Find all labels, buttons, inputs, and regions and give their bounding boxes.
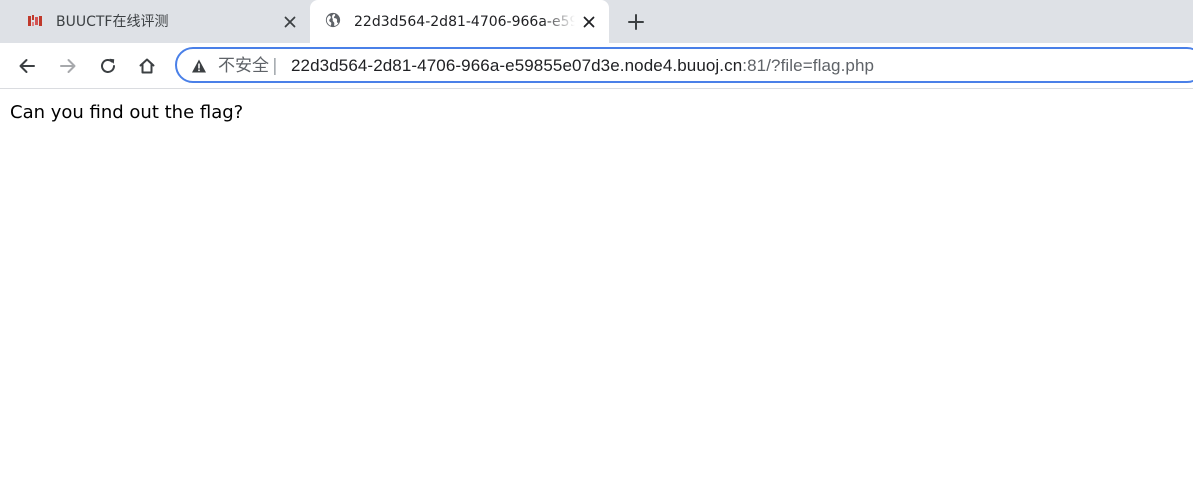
close-icon[interactable] (579, 12, 599, 32)
buuctf-logo-icon (27, 13, 43, 29)
address-bar[interactable]: 不安全 | 22d3d564-2d81-4706-966a-e59855e07d… (175, 47, 1193, 83)
tab-buuctf[interactable]: BUUCTF在线评测 (0, 0, 310, 43)
tab-title: 22d3d564-2d81-4706-966a-e59855e07d3e.nod… (354, 14, 575, 30)
url-text[interactable]: 22d3d564-2d81-4706-966a-e59855e07d3e.nod… (291, 55, 874, 77)
not-secure-label[interactable]: 不安全 (218, 55, 269, 77)
back-arrow-icon[interactable] (15, 54, 39, 78)
close-icon[interactable] (280, 12, 300, 32)
security-separator: | (272, 56, 278, 76)
new-tab-plus-icon[interactable] (624, 10, 648, 34)
home-icon[interactable] (135, 54, 159, 78)
forward-arrow-icon[interactable] (56, 54, 80, 78)
tab-title: BUUCTF在线评测 (56, 14, 169, 30)
globe-icon (325, 12, 341, 28)
url-host: 22d3d564-2d81-4706-966a-e59855e07d3e.nod… (291, 56, 743, 75)
warning-triangle-icon[interactable] (191, 58, 207, 74)
page-body-text: Can you find out the flag? (10, 102, 244, 123)
tab-strip: BUUCTF在线评测 22d3d564-2d81-4706-966a-e5985… (0, 0, 1193, 43)
url-path: :81/?file=flag.php (742, 56, 875, 75)
reload-icon[interactable] (96, 54, 120, 78)
browser-toolbar: 不安全 | 22d3d564-2d81-4706-966a-e59855e07d… (0, 43, 1193, 89)
tab-flag-page[interactable]: 22d3d564-2d81-4706-966a-e59855e07d3e.nod… (310, 0, 609, 43)
